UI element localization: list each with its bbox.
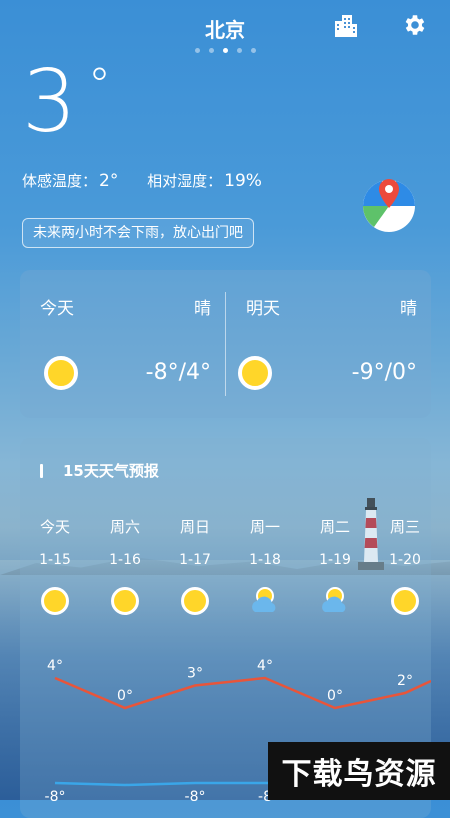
- tomorrow-label: 明天: [246, 299, 280, 319]
- forecast-title: 15天天气预报: [40, 460, 159, 481]
- forecast-date: 1-15: [39, 552, 71, 568]
- forecast-title-text: 15天天气预报: [63, 462, 159, 480]
- high-temp-label: 4°: [257, 658, 273, 674]
- sun-icon: [390, 586, 420, 616]
- page-dot: [194, 48, 200, 53]
- high-temp-label: 0°: [117, 688, 133, 704]
- humidity-label: 相对湿度：: [147, 172, 223, 190]
- top-bar: 北京: [0, 0, 450, 60]
- current-details: 体感温度： 2° 相对湿度： 19%: [22, 170, 286, 191]
- forecast-date: 1-20: [389, 552, 421, 568]
- current-temperature: 3: [22, 52, 77, 152]
- sun-icon: [180, 586, 210, 616]
- two-day-summary-card[interactable]: 今天 晴 -8°/4° 明天 晴 -9°/0°: [20, 270, 431, 418]
- page-dot: [250, 48, 256, 53]
- sun-icon: [238, 356, 272, 390]
- settings-button[interactable]: [400, 10, 430, 40]
- forecast-weekday: 周一: [249, 518, 280, 536]
- tomorrow-condition: 晴: [400, 299, 417, 319]
- city-name[interactable]: 北京: [0, 14, 450, 43]
- partly-cloudy-icon: [322, 587, 346, 612]
- degree-symbol: °: [88, 58, 111, 112]
- high-temp-label: 0°: [327, 688, 343, 704]
- forecast-date: 1-17: [179, 552, 211, 568]
- partly-cloudy-icon: [252, 587, 276, 612]
- high-temp-label: 2°: [397, 673, 413, 689]
- forecast-date: 1-18: [249, 552, 281, 568]
- buildings-icon: [335, 15, 357, 37]
- sun-icon: [40, 586, 70, 616]
- sun-icon: [110, 586, 140, 616]
- today-label: 今天: [40, 299, 74, 319]
- high-temp-line: [54, 676, 431, 710]
- page-dot: [236, 48, 242, 53]
- today-temp-range: -8°/4°: [145, 360, 211, 385]
- forecast-date: 1-19: [319, 552, 351, 568]
- page-dot: [208, 48, 214, 53]
- page-dot-active: [222, 48, 228, 53]
- low-temp-label: -8°: [45, 789, 66, 805]
- high-temp-label: 3°: [187, 666, 203, 682]
- forecast-weekday: 今天: [39, 518, 70, 536]
- map-location-icon[interactable]: [360, 175, 418, 233]
- sun-icon: [44, 356, 78, 390]
- gear-icon: [405, 15, 425, 35]
- forecast-weekday: 周二: [319, 518, 350, 536]
- feels-like-value: 2°: [99, 171, 119, 191]
- watermark-text: 下载鸟资源: [268, 742, 450, 800]
- forecast-weekday: 周三: [389, 518, 420, 536]
- humidity-value: 19%: [224, 171, 262, 191]
- today-condition: 晴: [194, 299, 211, 319]
- city-list-button[interactable]: [331, 10, 361, 40]
- forecast-weekday: 周六: [109, 518, 140, 536]
- feels-like-label: 体感温度：: [22, 172, 98, 190]
- title-accent-bar: [40, 463, 43, 478]
- forecast-date: 1-16: [109, 552, 141, 568]
- rain-tip-banner[interactable]: 未来两小时不会下雨，放心出门吧: [22, 218, 254, 248]
- tomorrow-temp-range: -9°/0°: [351, 360, 417, 385]
- today-summary[interactable]: 今天 晴 -8°/4°: [20, 270, 225, 418]
- tomorrow-summary[interactable]: 明天 晴 -9°/0°: [226, 270, 431, 418]
- low-temp-label: -8°: [185, 789, 206, 805]
- forecast-weekday: 周日: [179, 518, 210, 536]
- high-temp-label: 4°: [47, 658, 63, 674]
